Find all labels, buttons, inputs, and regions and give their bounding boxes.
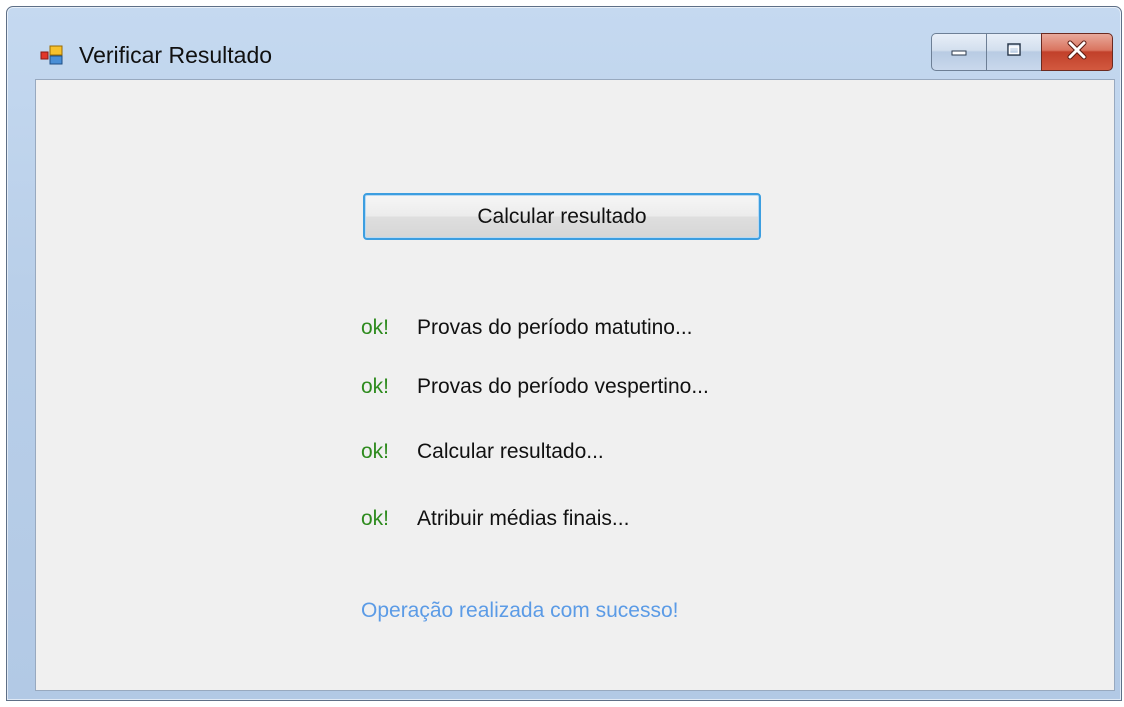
step-label: Provas do período vespertino... bbox=[417, 375, 709, 398]
maximize-icon bbox=[1004, 42, 1024, 63]
app-form-icon bbox=[40, 44, 64, 66]
close-icon bbox=[1066, 40, 1088, 65]
step-label: Calcular resultado... bbox=[417, 440, 604, 463]
success-message: Operação realizada com sucesso! bbox=[361, 599, 679, 622]
minimize-icon bbox=[949, 43, 969, 62]
ok-status-label: ok! bbox=[361, 507, 390, 530]
ok-status-label: ok! bbox=[361, 316, 390, 339]
title-bar[interactable]: Verificar Resultado bbox=[7, 7, 1121, 79]
close-button[interactable] bbox=[1041, 33, 1113, 71]
client-area: Calcular resultado ok! Provas do período… bbox=[35, 79, 1115, 691]
calculate-result-button[interactable]: Calcular resultado bbox=[363, 193, 761, 240]
minimize-button[interactable] bbox=[931, 33, 987, 71]
caption-buttons bbox=[931, 33, 1113, 73]
step-label: Provas do período matutino... bbox=[417, 316, 693, 339]
window-title: Verificar Resultado bbox=[79, 42, 273, 68]
maximize-button[interactable] bbox=[986, 33, 1042, 71]
app-window: Verificar Resultado Calcular resultado o… bbox=[6, 6, 1122, 701]
ok-status-label: ok! bbox=[361, 440, 390, 463]
step-label: Atribuir médias finais... bbox=[417, 507, 630, 530]
ok-status-label: ok! bbox=[361, 375, 390, 398]
